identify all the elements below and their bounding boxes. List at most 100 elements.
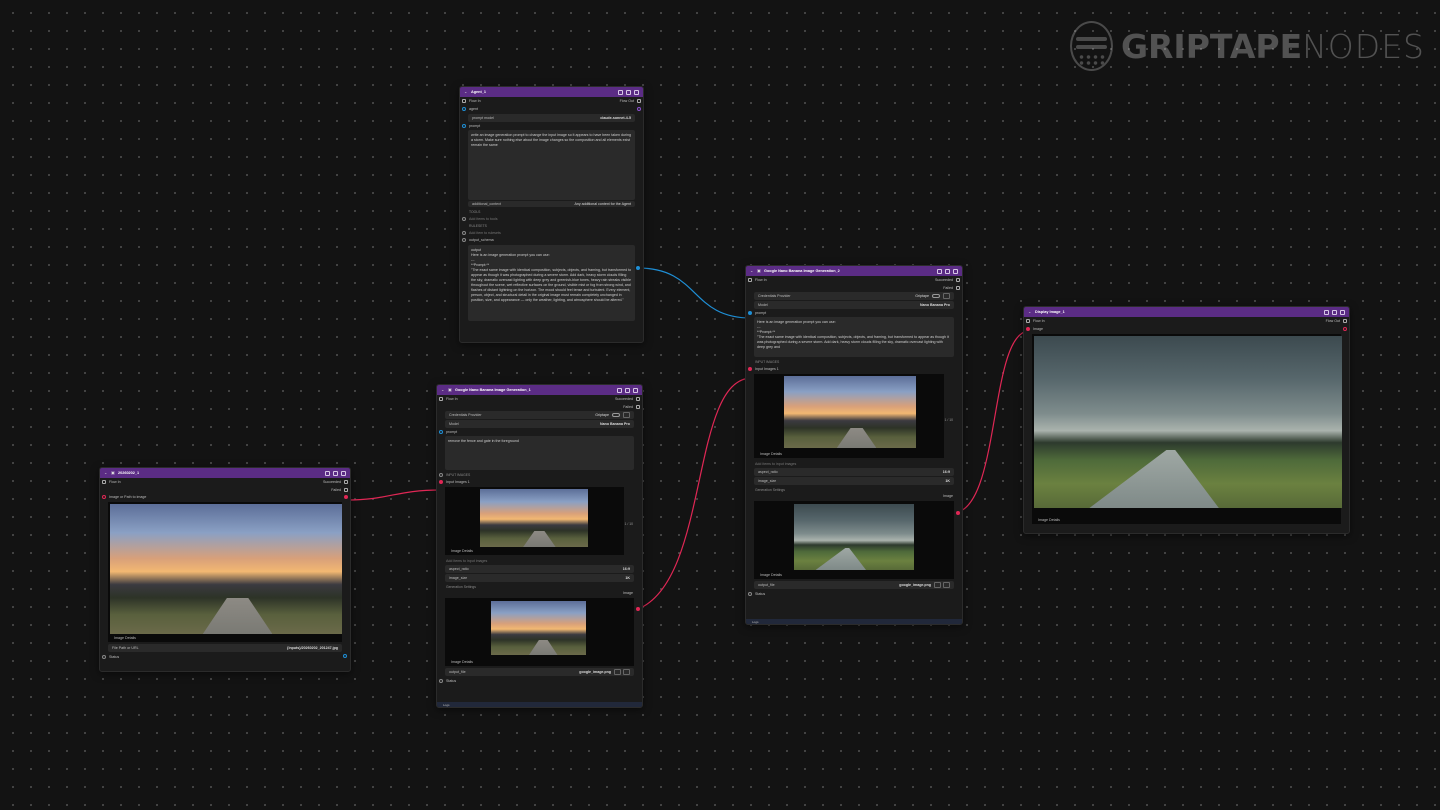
model-select[interactable]: Model Nano Banana Pro [754, 301, 954, 309]
settings-icon[interactable] [1332, 309, 1337, 315]
status-label: Status [755, 591, 766, 596]
output-image-preview[interactable]: Image Details [754, 501, 954, 579]
chevron-down-icon[interactable]: ⌄ [750, 269, 754, 273]
generation-settings-section[interactable]: Generation Settings [746, 486, 962, 493]
settings-icon[interactable] [623, 669, 630, 675]
prompt-textarea[interactable]: write an image generation prompt to chan… [468, 130, 635, 200]
node-title: Agent_1 [471, 90, 486, 94]
node-title: Google Nano Banana Image Generation_1 [455, 388, 531, 392]
settings-icon[interactable] [333, 470, 338, 476]
add-input-images[interactable]: Add items to input images [755, 462, 796, 466]
source-image-node[interactable]: ⌄ ▣ 20260202_1 Flow In Succeeded Failed I… [99, 467, 351, 672]
image-details-toggle[interactable]: Image Details [451, 660, 473, 664]
storm-road-image [1034, 336, 1342, 508]
add-input-images[interactable]: Add items to input images [446, 559, 487, 563]
image-details-toggle[interactable]: Image Details [760, 573, 782, 577]
aspect-ratio-select[interactable]: aspect_ratio 16:9 [445, 565, 634, 573]
file-path-field[interactable]: File Path or URL {inputs}/20260202_201247… [108, 644, 342, 652]
output-port[interactable] [636, 266, 640, 270]
prompt-textarea[interactable]: Here is an image generation prompt you c… [754, 317, 954, 357]
prompt-model-select[interactable]: prompt model claude-sonnet-4-5 [468, 114, 635, 122]
menu-icon[interactable] [1340, 309, 1345, 315]
output-image-preview[interactable]: Image Details [445, 598, 634, 666]
generation-settings-section[interactable]: Generation Settings [437, 583, 642, 590]
credentials-select[interactable]: Credentials Provider Griptape [754, 292, 954, 300]
aspect-ratio-select[interactable]: aspect_ratio 16:9 [754, 468, 954, 476]
credentials-toggle[interactable] [932, 294, 940, 298]
additional-context-field[interactable]: additional_context Any additional context… [468, 201, 635, 207]
display-image-preview[interactable]: Image Details [1032, 334, 1342, 524]
node-header[interactable]: ⌄ ▣ Google Nano Banana Image Generation_… [437, 385, 642, 395]
rulesets-hint[interactable]: Add item to rulesets [469, 231, 501, 235]
griptape-logo-icon [1070, 21, 1113, 71]
settings-icon[interactable] [943, 582, 950, 588]
display-image-node[interactable]: ⌄ Display Image_1 Flow In Flow Out Image … [1023, 306, 1350, 534]
node-header[interactable]: ⌄ ▣ Google Nano Banana Image Generation_… [746, 266, 962, 276]
input-image-preview[interactable]: Image Details [754, 374, 944, 458]
flow-in-label: Flow In [1033, 319, 1045, 323]
chevron-down-icon[interactable]: ⌄ [464, 90, 468, 94]
settings-icon[interactable] [625, 387, 630, 393]
lock-icon[interactable] [618, 89, 623, 95]
image-generation-node-1[interactable]: ⌄ ▣ Google Nano Banana Image Generation_… [436, 384, 643, 708]
chevron-down-icon[interactable]: ⌄ [441, 388, 445, 392]
logs-bar[interactable]: Logs [437, 702, 642, 707]
input-images-item: Input Images 1 [446, 479, 470, 484]
lock-icon[interactable] [1324, 309, 1329, 315]
credentials-select[interactable]: Credentials Provider Griptape [445, 411, 634, 419]
flow-out-label: Flow Out [619, 99, 634, 103]
menu-icon[interactable] [953, 268, 958, 274]
edit-icon[interactable] [623, 412, 630, 418]
wire-source-to-gen1 [345, 489, 442, 501]
menu-icon[interactable] [634, 89, 639, 95]
model-select[interactable]: Model Nano Banana Pro [445, 420, 634, 428]
edit-icon[interactable] [943, 293, 950, 299]
tools-hint[interactable]: Add items to tools [469, 217, 498, 221]
lock-icon[interactable] [617, 387, 622, 393]
image-output-port[interactable] [636, 607, 640, 611]
input-thumbnail [480, 489, 588, 547]
image-details-toggle[interactable]: Image Details [114, 636, 136, 640]
image-details-toggle[interactable]: Image Details [760, 452, 782, 456]
image-size-select[interactable]: image_size 1K [445, 574, 634, 582]
node-header[interactable]: ⌄ Display Image_1 [1024, 307, 1349, 317]
folder-icon[interactable] [934, 582, 941, 588]
rulesets-section: RULESETS [469, 223, 487, 228]
menu-icon[interactable] [341, 470, 346, 476]
settings-icon[interactable] [626, 89, 631, 95]
griptape-nodes-logo: GRIPTAPENODES [1070, 20, 1425, 72]
folder-icon[interactable] [614, 669, 621, 675]
wire-agent-to-gen2 [637, 267, 752, 319]
image-size-select[interactable]: image_size 1K [754, 477, 954, 485]
logs-bar[interactable]: Logs [746, 619, 962, 624]
failed-label: Failed [943, 285, 953, 290]
credentials-toggle[interactable] [612, 413, 620, 417]
agent-label: agent [469, 107, 478, 111]
agent-node[interactable]: ⌄ Agent_1 Flow In Flow Out agent prompt m… [459, 86, 644, 343]
failed-label: Failed [331, 487, 341, 492]
chevron-down-icon[interactable]: ⌄ [1028, 310, 1032, 314]
menu-icon[interactable] [633, 387, 638, 393]
file-path-port[interactable] [343, 654, 347, 658]
sunset-road-image [110, 504, 342, 634]
image-details-toggle[interactable]: Image Details [451, 549, 473, 553]
settings-icon[interactable] [945, 268, 950, 274]
image-output-port[interactable] [956, 511, 960, 515]
agent-output: output Here is an image generation promp… [468, 245, 635, 321]
output-file-field[interactable]: output_file google_image.png [754, 581, 954, 589]
node-header[interactable]: ⌄ Agent_1 [460, 87, 643, 97]
node-header[interactable]: ⌄ ▣ 20260202_1 [100, 468, 350, 478]
input-image-preview[interactable]: Image Details [445, 487, 624, 555]
image-label: Image [1033, 326, 1043, 331]
prompt-textarea[interactable]: remove the fence and gate in the foregro… [445, 436, 634, 470]
prompt-label: prompt [446, 430, 458, 434]
flow-in-label: Flow In [446, 397, 458, 401]
lock-icon[interactable] [325, 470, 330, 476]
image-details-toggle[interactable]: Image Details [1038, 518, 1060, 522]
chevron-down-icon[interactable]: ⌄ [104, 471, 108, 475]
output-file-field[interactable]: output_file google_image.png [445, 668, 634, 676]
image-output-label: Image [623, 591, 633, 595]
image-generation-node-2[interactable]: ⌄ ▣ Google Nano Banana Image Generation_… [745, 265, 963, 625]
image-preview[interactable]: Image Details [108, 502, 342, 642]
lock-icon[interactable] [937, 268, 942, 274]
